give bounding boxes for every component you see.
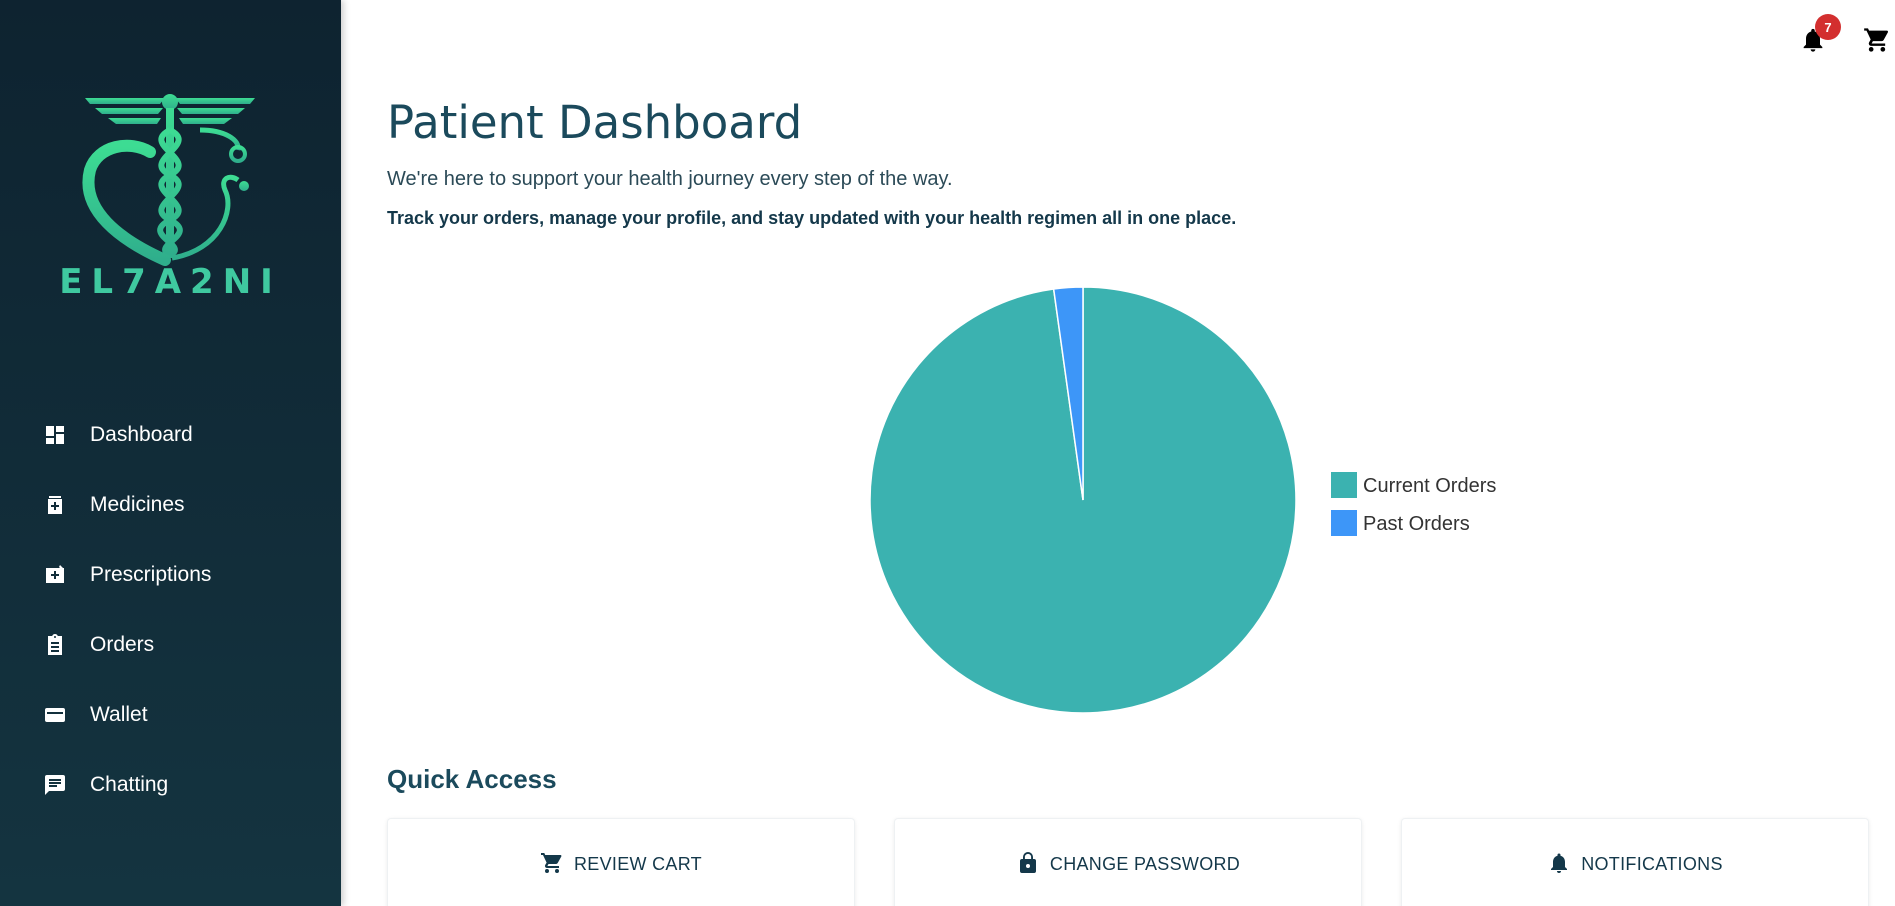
sidebar-item-dashboard[interactable]: Dashboard <box>0 400 341 470</box>
bell-icon <box>1551 853 1568 873</box>
legend-swatch <box>1331 510 1357 536</box>
pie-chart-svg: Current Orders Past Orders <box>869 286 1496 714</box>
sidebar-item-medicines[interactable]: Medicines <box>0 470 341 540</box>
medicine-icon <box>42 492 68 518</box>
change-password-button[interactable]: CHANGE PASSWORD <box>894 818 1362 906</box>
legend-swatch <box>1331 472 1357 498</box>
cart-icon <box>541 853 562 873</box>
sidebar-nav: Dashboard Medicines Prescriptions Orders <box>0 400 341 820</box>
page-subtitle: We're here to support your health journe… <box>387 168 953 190</box>
wallet-icon <box>42 702 68 728</box>
orders-pie-chart: Current Orders Past Orders <box>341 250 1895 740</box>
sidebar-item-label: Prescriptions <box>90 563 212 586</box>
sidebar-item-label: Dashboard <box>90 423 193 446</box>
prescription-icon <box>42 562 68 588</box>
sidebar-item-wallet[interactable]: Wallet <box>0 680 341 750</box>
review-cart-button[interactable]: REVIEW CART <box>387 818 855 906</box>
dashboard-icon <box>42 422 68 448</box>
sidebar: EL7A2NI Dashboard Medicines Prescription… <box>0 0 341 906</box>
sidebar-item-label: Medicines <box>90 493 185 516</box>
brand-name: EL7A2NI <box>59 262 282 302</box>
sidebar-item-prescriptions[interactable]: Prescriptions <box>0 540 341 610</box>
main-content: Patient Dashboard We're here to support … <box>341 0 1895 906</box>
sidebar-item-label: Orders <box>90 633 155 656</box>
qa-label: CHANGE PASSWORD <box>1049 854 1241 874</box>
chat-icon <box>42 772 68 798</box>
sidebar-item-orders[interactable]: Orders <box>0 610 341 680</box>
sidebar-item-label: Wallet <box>90 703 148 726</box>
qa-label: REVIEW CART <box>574 854 702 874</box>
clipboard-icon <box>42 632 68 658</box>
notifications-card-button[interactable]: NOTIFICATIONS <box>1401 818 1869 906</box>
lock-icon <box>1019 852 1036 873</box>
page-description: Track your orders, manage your profile, … <box>387 208 1237 228</box>
qa-label: NOTIFICATIONS <box>1581 854 1723 874</box>
caduceus-logo-icon <box>82 94 255 266</box>
sidebar-item-label: Chatting <box>90 773 169 796</box>
legend-item-current-orders[interactable]: Current Orders <box>1331 472 1496 498</box>
page-title: Patient Dashboard <box>387 96 803 149</box>
legend-label: Past Orders <box>1363 513 1470 535</box>
quick-access-title: Quick Access <box>387 764 557 794</box>
app-root: EL7A2NI Dashboard Medicines Prescription… <box>0 0 1895 906</box>
legend-label: Current Orders <box>1363 475 1496 497</box>
legend-item-past-orders[interactable]: Past Orders <box>1331 510 1470 536</box>
sidebar-item-chatting[interactable]: Chatting <box>0 750 341 820</box>
